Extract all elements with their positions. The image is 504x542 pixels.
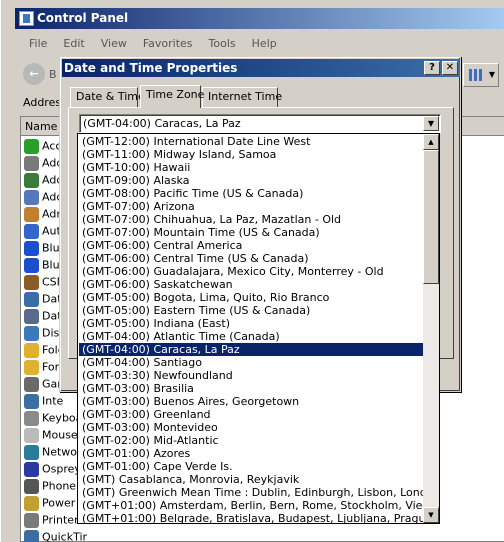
list-item-label: Mouse — [42, 428, 78, 442]
menu-file[interactable]: File — [21, 34, 55, 56]
csn-icon — [24, 274, 39, 290]
menu-tools[interactable]: Tools — [201, 34, 244, 56]
list-item-label: Aut — [42, 224, 61, 238]
time-zone-option[interactable]: (GMT-05:00) Bogota, Lima, Quito, Rio Bra… — [79, 291, 423, 304]
menu-help[interactable]: Help — [244, 34, 285, 56]
vertical-scrollbar[interactable]: ▲ ▼ — [423, 134, 439, 523]
accessibility-icon — [24, 138, 39, 154]
admin-tools-icon — [24, 206, 39, 222]
time-zone-option[interactable]: (GMT-03:00) Montevideo — [79, 421, 423, 434]
scroll-up-icon[interactable]: ▲ — [423, 134, 439, 150]
time-zone-option[interactable]: (GMT+01:00) Belgrade, Bratislava, Budape… — [79, 512, 432, 523]
help-button[interactable]: ? — [424, 61, 440, 75]
quicktime-icon — [24, 529, 39, 542]
menu-edit[interactable]: Edit — [55, 34, 92, 56]
control-panel-title-bar: Control Panel — [15, 8, 504, 29]
dialog-title-bar: Date and Time Properties ? ✕ — [62, 59, 460, 77]
power-options-icon — [24, 495, 39, 511]
time-zone-option[interactable]: (GMT-11:00) Midway Island, Samoa — [79, 148, 423, 161]
dialog-title: Date and Time Properties — [64, 61, 238, 75]
time-zone-option[interactable]: (GMT-03:00) Buenos Aires, Georgetown — [79, 395, 423, 408]
list-item-label: QuickTir — [42, 530, 88, 542]
menu-view[interactable]: View — [93, 34, 135, 56]
time-zone-option[interactable]: (GMT-05:00) Eastern Time (US & Canada) — [79, 304, 423, 317]
mouse-icon — [24, 427, 39, 443]
scroll-thumb[interactable] — [423, 150, 439, 284]
time-zone-option[interactable]: (GMT-03:00) Brasilia — [79, 382, 423, 395]
list-item-label: Inte — [42, 394, 64, 408]
tab-date-time[interactable]: Date & Time — [70, 87, 145, 107]
time-zone-option[interactable]: (GMT) Greenwich Mean Time : Dublin, Edin… — [79, 486, 439, 499]
time-zone-option[interactable]: (GMT-07:00) Arizona — [79, 200, 423, 213]
back-button-label[interactable]: B — [49, 68, 57, 81]
time-zone-option[interactable]: (GMT-01:00) Cape Verde Is. — [79, 460, 423, 473]
close-button[interactable]: ✕ — [442, 61, 458, 75]
bluetooth-icon — [24, 257, 39, 273]
time-zone-dropdown-list[interactable]: (GMT-12:00) International Date Line West… — [77, 133, 440, 524]
time-zone-option[interactable]: (GMT) Casablanca, Monrovia, Reykjavik — [79, 473, 423, 486]
time-zone-select[interactable]: (GMT-04:00) Caracas, La Paz ▼ — [79, 114, 441, 133]
time-zone-option[interactable]: (GMT-01:00) Azores — [79, 447, 423, 460]
add-remove-programs-icon — [24, 172, 39, 188]
time-zone-option[interactable]: (GMT+01:00) Amsterdam, Berlin, Bern, Rom… — [79, 499, 439, 512]
add-hardware-icon — [24, 155, 39, 171]
display-icon — [24, 325, 39, 341]
tab-internet-time[interactable]: Internet Time — [202, 87, 282, 107]
keyboard-icon — [24, 410, 39, 426]
osprey-icon — [24, 461, 39, 477]
time-zone-option[interactable]: (GMT-10:00) Hawaii — [79, 161, 423, 174]
time-zone-option[interactable]: (GMT-06:00) Central America — [79, 239, 423, 252]
name-column-label: Name — [25, 120, 58, 133]
time-zone-option[interactable]: (GMT-08:00) Pacific Time (US & Canada) — [79, 187, 423, 200]
time-zone-option[interactable]: (GMT-04:00) Caracas, La Paz — [79, 343, 423, 356]
time-zone-option[interactable]: (GMT-03:00) Greenland — [79, 408, 423, 421]
phone-icon — [24, 478, 39, 494]
bluetooth-icon — [24, 240, 39, 256]
dropdown-arrow-icon[interactable]: ▼ — [423, 116, 439, 131]
time-zone-option[interactable]: (GMT-06:00) Guadalajara, Mexico City, Mo… — [79, 265, 423, 278]
time-zone-option[interactable]: (GMT-09:00) Alaska — [79, 174, 423, 187]
list-item[interactable]: QuickTir — [24, 528, 504, 542]
internet-options-icon — [24, 393, 39, 409]
time-zone-option[interactable]: (GMT-12:00) International Date Line West — [79, 135, 423, 148]
date-time-icon — [24, 291, 39, 307]
time-zone-option[interactable]: (GMT-04:00) Atlantic Time (Canada) — [79, 330, 423, 343]
game-controllers-icon — [24, 376, 39, 392]
time-zone-option[interactable]: (GMT-07:00) Mountain Time (US & Canada) — [79, 226, 423, 239]
views-button[interactable]: ▼ — [463, 63, 499, 87]
time-zone-option[interactable]: (GMT-06:00) Central Time (US & Canada) — [79, 252, 423, 265]
list-item-label: Osprey — [42, 462, 81, 476]
add-fonts-icon — [24, 189, 39, 205]
chevron-down-icon: ▼ — [488, 70, 495, 79]
views-grid-icon — [469, 69, 483, 81]
control-panel-app-icon — [19, 11, 34, 26]
time-zone-selected-value: (GMT-04:00) Caracas, La Paz — [83, 117, 241, 130]
time-zone-option[interactable]: (GMT-05:00) Indiana (East) — [79, 317, 423, 330]
folder-options-icon — [24, 342, 39, 358]
time-zone-option[interactable]: (GMT-04:00) Santiago — [79, 356, 423, 369]
date-time-icon — [24, 308, 39, 324]
menu-bar: File Edit View Favorites Tools Help — [15, 34, 504, 56]
time-zone-option[interactable]: (GMT-06:00) Saskatchewan — [79, 278, 423, 291]
fonts-icon — [24, 359, 39, 375]
time-zone-option[interactable]: (GMT-03:30) Newfoundland — [79, 369, 423, 382]
scroll-down-icon[interactable]: ▼ — [423, 507, 439, 523]
printers-icon — [24, 512, 39, 528]
tab-time-zone[interactable]: Time Zone — [140, 85, 204, 108]
control-panel-title: Control Panel — [37, 11, 129, 25]
list-item-label: For — [42, 360, 60, 374]
back-arrow-icon[interactable]: ← — [23, 63, 45, 85]
menu-favorites[interactable]: Favorites — [135, 34, 201, 56]
time-zone-option[interactable]: (GMT-07:00) Chihuahua, La Paz, Mazatlan … — [79, 213, 423, 226]
time-zone-option[interactable]: (GMT-02:00) Mid-Atlantic — [79, 434, 423, 447]
automatic-updates-icon — [24, 223, 39, 239]
network-icon — [24, 444, 39, 460]
address-label: Addres — [23, 96, 62, 109]
